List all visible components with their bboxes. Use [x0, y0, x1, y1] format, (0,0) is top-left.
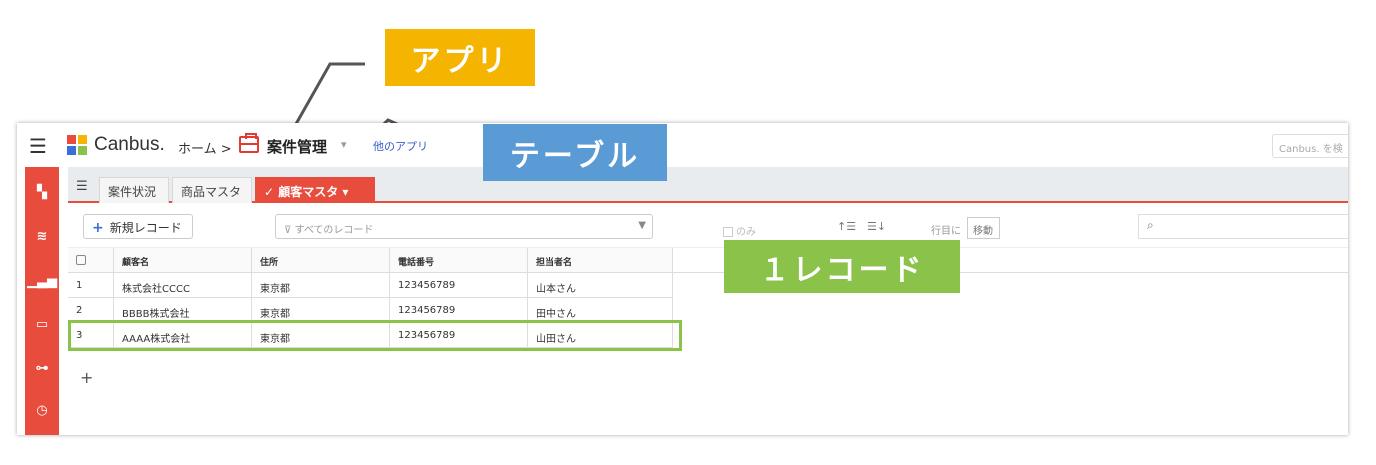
- database-icon[interactable]: ≋: [25, 229, 59, 244]
- other-apps-link[interactable]: 他のアプリ: [373, 138, 428, 154]
- add-row-button[interactable]: +: [80, 368, 93, 387]
- only-label: のみ: [736, 227, 756, 238]
- hamburger-menu-icon[interactable]: ☰: [29, 134, 47, 158]
- briefcase-icon: [239, 133, 259, 153]
- goto-row-label: 行目に: [931, 226, 961, 237]
- row-number: 2: [68, 298, 114, 322]
- chart-icon[interactable]: ▁▃▅: [25, 274, 59, 289]
- card-icon[interactable]: ▭: [25, 317, 59, 332]
- logo-text[interactable]: Canbus.: [94, 134, 165, 156]
- plus-icon: +: [92, 220, 104, 236]
- sort-descending-icon[interactable]: ☰↓: [867, 220, 886, 233]
- top-bar: ☰ Canbus. ホーム > 案件管理 ▾ 他のアプリ Canbus. を検: [17, 123, 1348, 167]
- phone-cell[interactable]: 123456789: [390, 298, 528, 322]
- only-checkbox[interactable]: のみ: [723, 223, 756, 238]
- column-header[interactable]: 担当者名: [528, 248, 673, 272]
- customer-name-cell[interactable]: BBBB株式会社: [114, 298, 252, 322]
- filter-icon: ⊽: [284, 225, 292, 236]
- column-header[interactable]: 顧客名: [114, 248, 252, 272]
- new-record-label: 新規レコード: [109, 221, 182, 235]
- address-cell[interactable]: 東京都: [252, 298, 390, 322]
- customer-name-cell[interactable]: 株式会社CCCC: [114, 273, 252, 297]
- filter-value: すべてのレコード: [294, 225, 374, 236]
- sidebar: ▚ ≋ ▁▃▅ ▭ ⊶ ◷: [25, 167, 59, 435]
- record-callout: １レコード: [724, 240, 960, 293]
- owner-cell[interactable]: 田中さん: [528, 298, 673, 322]
- grid-header-row: 顧客名 住所 電話番号 担当者名: [68, 247, 673, 273]
- address-cell[interactable]: 東京都: [252, 273, 390, 297]
- sort-ascending-icon[interactable]: ↑☰: [837, 220, 856, 233]
- flow-icon[interactable]: ⊶: [25, 361, 59, 376]
- phone-cell[interactable]: 123456789: [390, 273, 528, 297]
- tab-case-status[interactable]: 案件状況: [99, 177, 169, 203]
- column-header[interactable]: 住所: [252, 248, 390, 272]
- table-row[interactable]: 1 株式会社CCCC 東京都 123456789 山本さん: [68, 273, 673, 298]
- owner-cell[interactable]: 山本さん: [528, 273, 673, 297]
- app-callout-line: [294, 62, 365, 125]
- record-search-input[interactable]: ⌕: [1138, 214, 1348, 239]
- new-record-button[interactable]: + 新規レコード: [83, 214, 193, 239]
- row-number: 1: [68, 273, 114, 297]
- history-icon[interactable]: ◷: [25, 403, 59, 418]
- tab-customer-master[interactable]: ✓ 顧客マスタ ▾: [255, 177, 375, 203]
- app-name[interactable]: 案件管理: [267, 136, 327, 157]
- dashboard-icon[interactable]: ▚: [25, 185, 59, 200]
- select-all-checkbox[interactable]: [76, 255, 86, 265]
- chevron-down-icon: ▼: [638, 220, 646, 231]
- table-tabs: ☰ 案件状況 商品マスタ ✓ 顧客マスタ ▾: [68, 167, 1348, 203]
- app-caret-icon[interactable]: ▾: [341, 138, 347, 151]
- search-icon: ⌕: [1147, 218, 1154, 232]
- goto-button[interactable]: 移動: [967, 217, 1000, 239]
- record-highlight-box: [68, 320, 682, 351]
- table-callout: テーブル: [483, 124, 667, 181]
- breadcrumb-home[interactable]: ホーム >: [178, 138, 232, 157]
- app-window: ☰ Canbus. ホーム > 案件管理 ▾ 他のアプリ Canbus. を検 …: [17, 123, 1348, 435]
- column-header[interactable]: 電話番号: [390, 248, 528, 272]
- tab-product-master[interactable]: 商品マスタ: [172, 177, 252, 203]
- tab-menu-icon[interactable]: ☰: [76, 179, 88, 194]
- canbus-logo-icon: [67, 135, 87, 155]
- global-search-input[interactable]: Canbus. を検: [1272, 134, 1348, 158]
- filter-select[interactable]: ⊽ すべてのレコード ▼: [275, 214, 653, 239]
- app-callout: アプリ: [385, 29, 535, 86]
